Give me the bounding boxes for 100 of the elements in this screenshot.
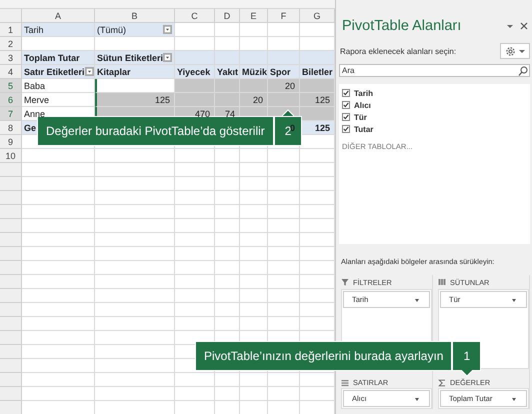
cell-text: 20 [284, 80, 295, 90]
row-header[interactable] [0, 191, 22, 205]
table-cell [175, 149, 215, 163]
table-cell [175, 275, 215, 289]
column-header[interactable]: D [215, 9, 240, 23]
row-header[interactable] [0, 303, 22, 317]
row-header[interactable] [0, 401, 22, 414]
instruction-text: Rapora eklenecek alanları seçin: [340, 46, 458, 56]
table-cell [175, 261, 215, 275]
cell-text: Yakıt [217, 66, 238, 76]
row-header[interactable]: 4 [0, 65, 22, 79]
search-field[interactable]: Ara [339, 64, 530, 77]
row-header[interactable] [0, 163, 22, 177]
row-header[interactable]: 9 [0, 135, 22, 149]
row-header[interactable] [0, 247, 22, 261]
row-header[interactable]: 1 [0, 23, 22, 37]
table-cell [240, 191, 268, 205]
table-cell [215, 247, 240, 261]
checkbox[interactable] [342, 101, 350, 109]
dropdown-icon[interactable] [163, 53, 172, 62]
table-cell [240, 149, 268, 163]
row-header[interactable] [0, 275, 22, 289]
table-cell [175, 233, 215, 247]
table-cell [268, 275, 300, 289]
settings-button[interactable] [500, 43, 530, 59]
table-cell [240, 219, 268, 233]
cell-text: Spor [270, 66, 291, 76]
table-cell [215, 275, 240, 289]
dropdown-icon[interactable] [163, 25, 172, 34]
caret-icon[interactable] [519, 48, 525, 54]
select-all-button[interactable] [0, 9, 22, 23]
cell-text: Toplam Tutar [24, 52, 80, 62]
table-cell [268, 163, 300, 177]
column-header[interactable]: A [22, 9, 95, 23]
row-header[interactable]: 6 [0, 93, 22, 107]
field-label[interactable]: Alıcı [354, 100, 371, 110]
checkbox[interactable] [342, 125, 350, 133]
table-cell [268, 373, 300, 387]
table-cell [240, 233, 268, 247]
row-header[interactable]: 10 [0, 149, 22, 163]
sigma-icon [438, 378, 446, 386]
row-header[interactable] [0, 205, 22, 219]
table-cell [175, 303, 215, 317]
caret-icon[interactable] [506, 22, 514, 30]
table-cell [175, 387, 215, 401]
column-header[interactable]: G [300, 9, 335, 23]
table-cell [268, 205, 300, 219]
field-label[interactable]: Tutar [354, 124, 374, 134]
table-cell [215, 149, 240, 163]
row-header[interactable] [0, 359, 22, 373]
column-header[interactable]: B [95, 9, 175, 23]
row-header[interactable] [0, 289, 22, 303]
columns-icon [438, 278, 446, 286]
cell-text: Satır Etiketleri [24, 66, 85, 76]
search-icon[interactable] [518, 66, 528, 76]
row-header[interactable] [0, 177, 22, 191]
row-header[interactable] [0, 219, 22, 233]
table-cell [268, 289, 300, 303]
row-header[interactable] [0, 331, 22, 345]
table-cell [268, 387, 300, 401]
gear-icon[interactable] [505, 46, 516, 56]
row-header[interactable]: 5 [0, 79, 22, 93]
cell-text: (Tümü) [97, 24, 126, 34]
column-header[interactable]: F [268, 9, 300, 23]
cell-text: Biletler [302, 66, 333, 76]
checkbox[interactable] [342, 89, 350, 97]
field-label[interactable]: Tarih [354, 88, 373, 98]
table-cell [240, 387, 268, 401]
row-header[interactable] [0, 345, 22, 359]
row-header[interactable] [0, 317, 22, 331]
cell-text: 470 [194, 108, 210, 118]
dropdown-icon[interactable] [84, 67, 94, 76]
row-header[interactable]: 3 [0, 51, 22, 65]
table-cell [268, 191, 300, 205]
cell-text: 74 [224, 108, 235, 118]
column-header[interactable]: C [175, 9, 215, 23]
field-label[interactable]: Tür [354, 112, 367, 122]
row-header[interactable]: 8 [0, 121, 22, 135]
cell-text: Ge [24, 122, 36, 132]
row-header[interactable] [0, 373, 22, 387]
cell-text: 0 [290, 122, 295, 132]
table-cell [215, 23, 240, 37]
column-header[interactable]: E [240, 9, 268, 23]
row-header[interactable]: 7 [0, 107, 22, 121]
table-cell [268, 177, 300, 191]
table-cell [240, 247, 268, 261]
table-cell [268, 261, 300, 275]
row-header[interactable] [0, 387, 22, 401]
cell-text: Yiyecek [177, 66, 210, 76]
row-header[interactable]: 2 [0, 37, 22, 51]
table-cell [175, 373, 215, 387]
table-cell [215, 163, 240, 177]
row-header[interactable] [0, 233, 22, 247]
table-cell [215, 289, 240, 303]
row-header[interactable] [0, 261, 22, 275]
filter-icon [341, 278, 349, 286]
cell-text: Kitaplar [97, 66, 131, 76]
cell-text: 20 [252, 94, 263, 104]
close-icon[interactable] [520, 22, 528, 30]
checkbox[interactable] [342, 113, 350, 121]
